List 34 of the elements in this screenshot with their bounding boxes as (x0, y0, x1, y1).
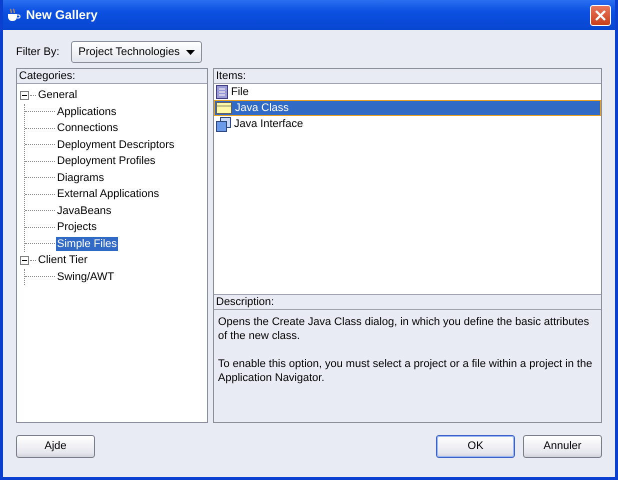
description-text: Opens the Create Java Class dialog, in which you define the basic attributes of the new class. (218, 315, 590, 343)
filter-label: Filter By: (16, 46, 60, 58)
tree-item[interactable]: Deployment Descriptors (56, 138, 176, 152)
filter-dropdown[interactable]: Project Technologies (71, 41, 202, 63)
dialog-button[interactable]: Annuler (523, 434, 602, 458)
dialog-button[interactable]: Ajde (16, 434, 95, 458)
interface-icon (216, 116, 231, 132)
tree-item[interactable]: Swing/AWT (56, 270, 116, 284)
tree-item[interactable]: Connections (56, 121, 120, 136)
coffee-cup-icon (5, 7, 21, 23)
panel-heading: Items: (214, 69, 601, 84)
panel-heading: Description: (214, 294, 601, 310)
list-item[interactable]: Java Class (214, 100, 601, 116)
tree-item[interactable]: Client Tier (37, 253, 89, 268)
window-title: New Gallery (26, 8, 99, 22)
tree-item[interactable]: Applications (56, 104, 118, 119)
caret-icon (186, 50, 195, 54)
tree-item[interactable]: Diagrams (56, 170, 106, 185)
dialog-button[interactable]: OK (436, 434, 515, 458)
close-button[interactable] (590, 4, 611, 26)
tree-item[interactable]: Deployment Profiles (56, 154, 156, 168)
collapse-icon[interactable] (20, 90, 30, 100)
class-icon (216, 102, 232, 114)
tree-item[interactable]: Simple Files (56, 236, 118, 251)
tree-item[interactable]: External Applications (56, 187, 160, 202)
tree-item[interactable]: Projects (56, 220, 98, 234)
tree-item[interactable]: General (37, 88, 78, 102)
description-text: To enable this option, you must select a project or a file within a project in the Application Navigator. (218, 357, 594, 385)
list-item[interactable]: Java Interface (214, 116, 601, 132)
list-item[interactable]: File (214, 84, 601, 100)
tree-item[interactable]: JavaBeans (56, 204, 112, 218)
close-icon (594, 8, 607, 22)
panel-heading: Categories: (17, 69, 207, 84)
collapse-icon[interactable] (20, 256, 30, 265)
